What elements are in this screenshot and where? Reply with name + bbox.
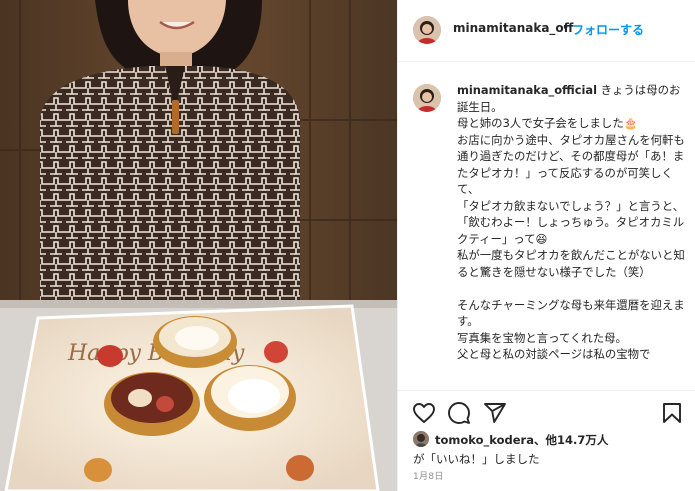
caption-avatar[interactable] bbox=[413, 84, 441, 112]
liker-username[interactable]: tomoko_kodera bbox=[435, 433, 534, 447]
header-separator: • bbox=[562, 21, 570, 35]
likes-count[interactable]: 、他14.7万人 bbox=[534, 433, 608, 447]
author-avatar[interactable] bbox=[413, 16, 441, 44]
share-icon[interactable] bbox=[483, 401, 507, 425]
post-date[interactable]: 1月8日 bbox=[413, 469, 444, 482]
likes-summary: tomoko_kodera、他14.7万人 が「いいね！」しました bbox=[413, 430, 688, 470]
bookmark-icon[interactable] bbox=[660, 401, 684, 425]
post-sidebar: minamitanaka_off • フォローする minamitanaka_o… bbox=[397, 0, 695, 491]
liker-avatar[interactable] bbox=[413, 431, 429, 447]
author-username[interactable]: minamitanaka_off bbox=[453, 21, 573, 35]
heart-icon[interactable] bbox=[412, 401, 436, 425]
comment-icon[interactable] bbox=[447, 401, 471, 425]
caption-username[interactable]: minamitanaka_official bbox=[457, 83, 597, 97]
likes-suffix: が「いいね！」しました bbox=[413, 452, 540, 466]
caption-text-block: minamitanaka_official きょうは母のお誕生日。 母と姉の3人… bbox=[457, 82, 685, 363]
likes-text-line: tomoko_kodera、他14.7万人 bbox=[435, 432, 608, 448]
follow-button[interactable]: フォローする bbox=[572, 21, 644, 38]
post-image[interactable]: Happy Birthday bbox=[0, 0, 397, 491]
post-header: minamitanaka_off • フォローする bbox=[398, 0, 695, 62]
post-photo: Happy Birthday bbox=[0, 0, 397, 491]
caption-text: きょうは母のお誕生日。 母と姉の3人で女子会をしました🎂 お店に向かう途中、タピ… bbox=[457, 83, 685, 361]
actions-section: tomoko_kodera、他14.7万人 が「いいね！」しました 1月8日 bbox=[398, 390, 695, 491]
caption-section: minamitanaka_official きょうは母のお誕生日。 母と姉の3人… bbox=[398, 62, 695, 390]
